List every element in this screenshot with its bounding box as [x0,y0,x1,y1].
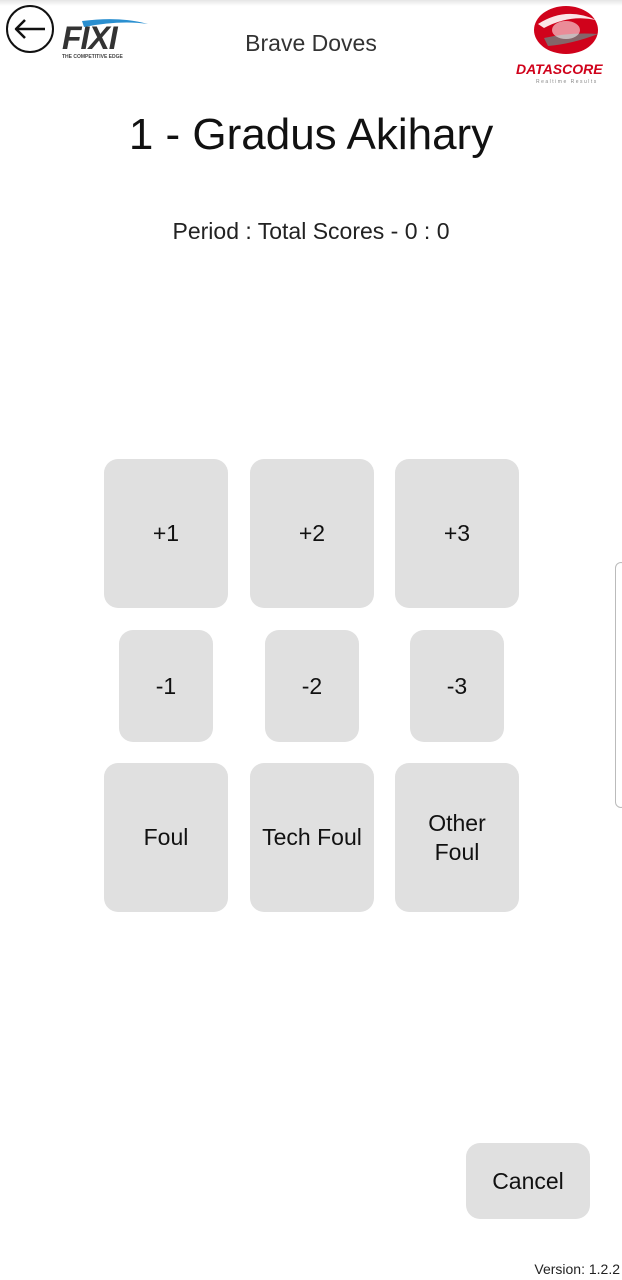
add-3-button[interactable]: +3 [395,459,519,608]
version-label: Version: 1.2.2 [534,1261,620,1277]
foul-button[interactable]: Foul [104,763,228,912]
subtract-1-button[interactable]: -1 [119,630,213,742]
player-title: 1 - Gradus Akihary [128,110,494,159]
tech-foul-button[interactable]: Tech Foul [250,763,374,912]
period-score-text: Period : Total Scores - 0 : 0 [172,218,450,244]
subtract-2-button[interactable]: -2 [265,630,359,742]
cancel-button[interactable]: Cancel [466,1143,590,1219]
svg-text:Realtime Results: Realtime Results [536,79,598,85]
add-1-button[interactable]: +1 [104,459,228,608]
svg-text:DATASCORE: DATASCORE [516,61,603,77]
other-foul-button[interactable]: Other Foul [395,763,519,912]
add-2-button[interactable]: +2 [250,459,374,608]
edge-panel-handle[interactable] [615,562,622,808]
subtract-3-button[interactable]: -3 [410,630,504,742]
datascore-logo: DATASCORE Realtime Results [516,6,603,85]
